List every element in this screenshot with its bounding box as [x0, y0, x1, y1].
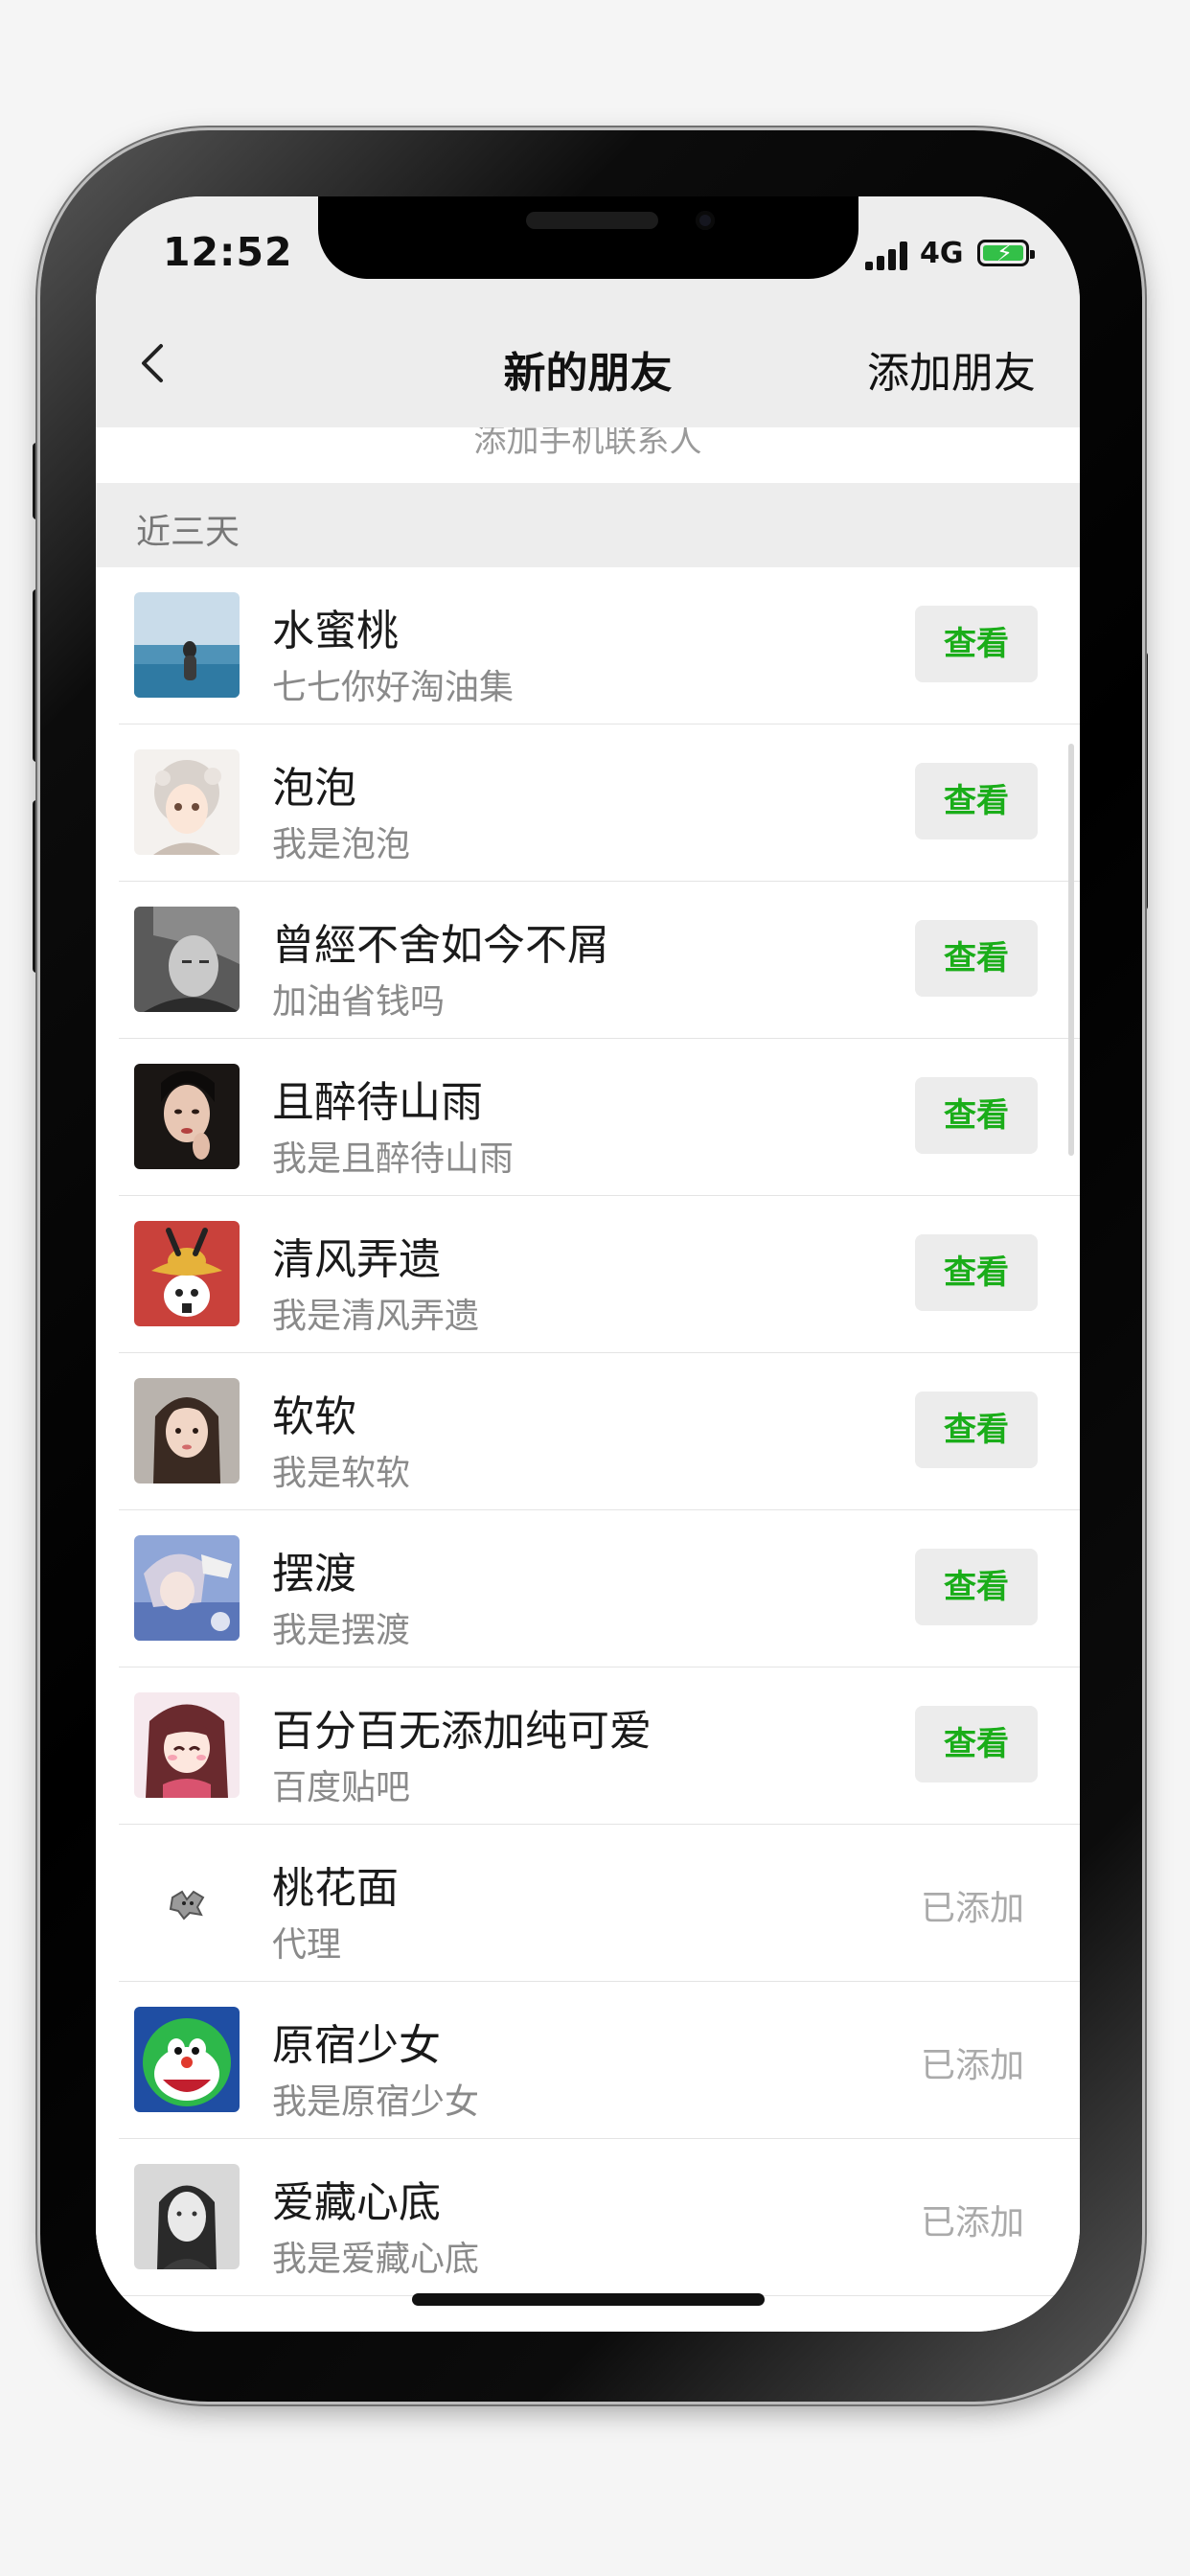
friend-message: 百度贴吧 — [272, 1768, 411, 1807]
friend-message: 我是摆渡 — [272, 1611, 411, 1650]
friend-message: 代理 — [272, 1925, 342, 1965]
friend-message: 我是泡泡 — [272, 825, 411, 864]
scrollbar[interactable] — [1068, 744, 1074, 1156]
friend-message: 我是且醉待山雨 — [272, 1139, 515, 1179]
friend-request-row[interactable]: 软软 我是软软 查看 — [96, 1353, 1080, 1510]
friend-message: 七七你好淘油集 — [272, 668, 515, 707]
speaker-grille — [526, 212, 658, 229]
friend-name: 水蜜桃 — [272, 607, 399, 656]
avatar — [134, 592, 240, 698]
friend-request-row[interactable]: 摆渡 我是摆渡 查看 — [96, 1510, 1080, 1668]
avatar — [134, 1535, 240, 1641]
phone-screen: 12:52 4G ⚡ 新的朋友 添加朋友 添加手机联系人 近三天 水蜜桃 七七你… — [96, 196, 1080, 2332]
view-button[interactable]: 查看 — [915, 1706, 1038, 1782]
add-phone-contacts-row[interactable]: 添加手机联系人 — [96, 427, 1080, 484]
friend-name: 摆渡 — [272, 1550, 356, 1598]
view-button[interactable]: 查看 — [915, 1234, 1038, 1311]
battery-icon: ⚡ — [977, 240, 1035, 266]
friend-request-list: 水蜜桃 七七你好淘油集 查看 泡泡 我是泡泡 查看 曾經不舍如今不屑 加油省钱吗… — [96, 567, 1080, 2296]
avatar — [134, 2007, 240, 2112]
avatar — [134, 2164, 240, 2269]
friend-request-row[interactable]: 水蜜桃 七七你好淘油集 查看 — [96, 567, 1080, 724]
friend-request-row[interactable]: 泡泡 我是泡泡 查看 — [96, 724, 1080, 882]
friend-message: 我是软软 — [272, 1454, 411, 1493]
avatar — [134, 1850, 240, 1955]
notch — [318, 196, 858, 279]
added-status: 已添加 — [920, 2203, 1024, 2242]
avatar — [134, 1221, 240, 1326]
friend-name: 软软 — [272, 1392, 356, 1441]
added-status: 已添加 — [920, 2046, 1024, 2085]
friend-name: 且醉待山雨 — [272, 1078, 483, 1127]
content-area: 添加手机联系人 近三天 水蜜桃 七七你好淘油集 查看 泡泡 我是泡泡 查看 曾經… — [96, 427, 1080, 2332]
friend-message: 我是爱藏心底 — [272, 2240, 480, 2279]
avatar — [134, 1378, 240, 1484]
signal-icon — [865, 242, 911, 270]
section-header: 近三天 — [96, 483, 1080, 567]
friend-name: 爱藏心底 — [272, 2178, 441, 2227]
view-button[interactable]: 查看 — [915, 763, 1038, 840]
view-button[interactable]: 查看 — [915, 1077, 1038, 1154]
front-camera — [696, 211, 715, 230]
friend-message: 我是清风弄遗 — [272, 1297, 480, 1336]
network-type: 4G — [920, 237, 964, 270]
friend-request-row[interactable]: 曾經不舍如今不屑 加油省钱吗 查看 — [96, 882, 1080, 1039]
friend-request-row[interactable]: 爱藏心底 我是爱藏心底 已添加 — [96, 2139, 1080, 2296]
friend-name: 曾經不舍如今不屑 — [272, 921, 609, 970]
avatar — [134, 1064, 240, 1169]
friend-name: 桃花面 — [272, 1864, 399, 1913]
friend-request-row[interactable]: 桃花面 代理 已添加 — [96, 1825, 1080, 1982]
friend-name: 百分百无添加纯可爱 — [272, 1707, 652, 1756]
nav-bar: 新的朋友 添加朋友 — [96, 296, 1080, 427]
friend-name: 清风弄遗 — [272, 1235, 441, 1284]
avatar — [134, 749, 240, 855]
friend-request-row[interactable]: 百分百无添加纯可爱 百度贴吧 查看 — [96, 1668, 1080, 1825]
friend-request-row[interactable]: 清风弄遗 我是清风弄遗 查看 — [96, 1196, 1080, 1353]
view-button[interactable]: 查看 — [915, 606, 1038, 682]
friend-name: 泡泡 — [272, 764, 356, 813]
view-button[interactable]: 查看 — [915, 1549, 1038, 1625]
view-button[interactable]: 查看 — [915, 920, 1038, 997]
view-button[interactable]: 查看 — [915, 1392, 1038, 1468]
section-label: 近三天 — [136, 513, 240, 552]
added-status: 已添加 — [920, 1889, 1024, 1928]
avatar — [134, 1692, 240, 1798]
avatar — [134, 907, 240, 1012]
add-friend-button[interactable]: 添加朋友 — [867, 338, 1036, 400]
friend-name: 原宿少女 — [272, 2021, 441, 2070]
friend-request-row[interactable]: 且醉待山雨 我是且醉待山雨 查看 — [96, 1039, 1080, 1196]
home-indicator[interactable] — [412, 2293, 765, 2306]
status-time: 12:52 — [163, 229, 293, 275]
friend-request-row[interactable]: 原宿少女 我是原宿少女 已添加 — [96, 1982, 1080, 2139]
friend-message: 我是原宿少女 — [272, 2082, 480, 2122]
add-phone-contacts-label: 添加手机联系人 — [473, 427, 702, 460]
friend-message: 加油省钱吗 — [272, 982, 446, 1022]
